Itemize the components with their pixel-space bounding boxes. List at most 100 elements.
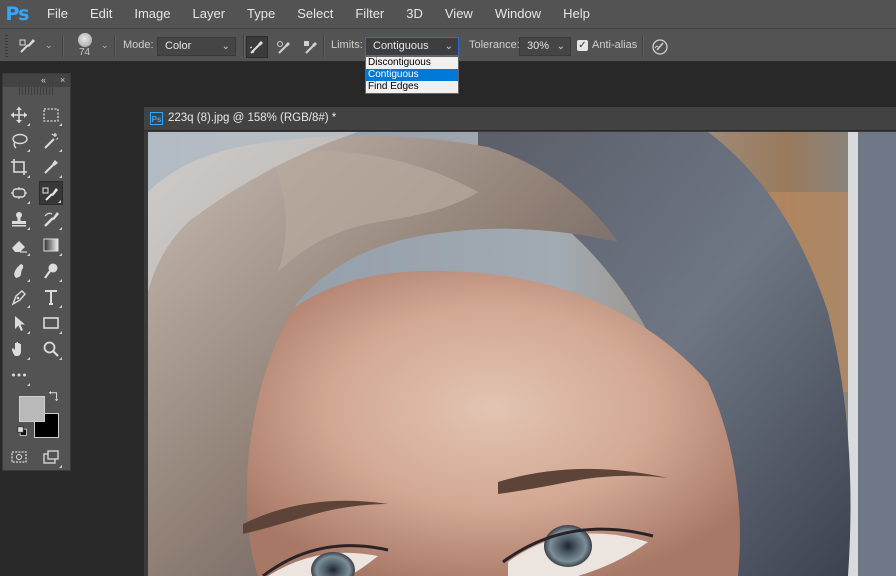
limits-option-find-edges[interactable]: Find Edges [366,81,458,93]
screen-mode[interactable] [39,445,63,469]
tool-preset-picker[interactable] [18,36,40,56]
swap-colors[interactable] [47,390,61,404]
healing-brush-tool[interactable] [7,181,31,205]
document-window: Ps 223q (8).jpg @ 158% (RGB/8#) * [144,107,896,576]
foreground-color-swatch[interactable] [19,396,45,422]
limits-dropdown-list: Discontiguous Contiguous Find Edges [365,56,459,94]
type-tool[interactable] [39,285,63,309]
menu-help[interactable]: Help [552,0,601,28]
pen-tool[interactable] [7,285,31,309]
hand-icon [12,342,21,356]
ellipsis-icon [12,373,26,377]
eyedropper-background-icon [304,41,317,54]
hand-tool[interactable] [7,337,31,361]
menu-bar: Ps File Edit Image Layer Type Select Fil… [0,0,896,28]
menu-select[interactable]: Select [286,0,344,28]
mode-select[interactable]: Color ⌄ [157,37,236,56]
magnifier-icon [43,341,59,357]
screen-mode-icon [43,450,59,464]
eraser-tool[interactable] [7,233,31,257]
options-bar-grip[interactable] [5,35,8,57]
color-replacement-tool[interactable] [39,181,63,205]
chevron-down-icon: ⌄ [444,41,453,52]
divider [62,35,64,57]
chevron-down-icon[interactable]: ⌄ [45,40,53,51]
divider [114,35,116,57]
limits-select[interactable]: Contiguous ⌄ [365,37,459,56]
dodge-icon [44,263,58,279]
antialias-checkbox[interactable]: ✓ [577,40,588,51]
bandage-icon [11,187,27,199]
move-icon [11,107,27,123]
brush-preview[interactable] [78,33,92,47]
eyedropper-once-icon [277,41,290,54]
menu-view[interactable]: View [434,0,484,28]
gradient-icon [43,238,59,252]
rectangle-tool[interactable] [39,311,63,335]
path-selection-tool[interactable] [7,311,31,335]
document-tab[interactable]: Ps 223q (8).jpg @ 158% (RGB/8#) * [144,107,896,131]
menu-image[interactable]: Image [123,0,181,28]
quick-mask[interactable] [7,445,31,469]
divider [323,35,325,57]
crop-icon [11,159,27,175]
sampling-once-button[interactable] [273,36,295,58]
swap-arrows-icon [48,391,59,402]
menu-layer[interactable]: Layer [182,0,237,28]
divider [642,35,644,57]
zoom-tool[interactable] [39,337,63,361]
photoshop-logo: Ps [5,3,30,25]
eyedropper-tool[interactable] [39,155,63,179]
menu-edit[interactable]: Edit [79,0,123,28]
tools-panel-grip[interactable] [19,87,54,95]
limits-option-discontiguous[interactable]: Discontiguous [366,57,458,69]
tools-panel-header[interactable]: « × [3,74,70,87]
smudge-tool[interactable] [7,259,31,283]
default-colors[interactable] [15,424,29,438]
marquee-tool[interactable] [39,103,63,127]
mode-label: Mode: [123,39,154,51]
menu-filter[interactable]: Filter [344,0,395,28]
brush-size-value: 74 [79,47,91,58]
limits-option-contiguous[interactable]: Contiguous [366,69,458,81]
eyedropper-continuous-icon [249,41,263,54]
menu-3d[interactable]: 3D [395,0,434,28]
move-tool[interactable] [7,103,31,127]
pen-nib-icon [11,290,26,306]
lasso-tool[interactable] [7,129,31,153]
menu-window[interactable]: Window [484,0,552,28]
crop-tool[interactable] [7,155,31,179]
brush-picker-chevron-icon[interactable]: ⌄ [101,40,109,51]
stamp-icon [12,212,26,227]
collapse-panel-icon[interactable]: « [41,74,46,87]
pen-pressure-icon [652,39,668,55]
sampling-background-swatch-button[interactable] [300,36,322,58]
more-tools[interactable] [7,363,31,387]
close-panel-icon[interactable]: × [60,74,65,87]
limits-label: Limits: [331,39,363,51]
rectangular-marquee-icon [43,108,59,122]
tools-panel: « × [2,73,71,471]
image-canvas[interactable] [148,132,896,576]
eraser-icon [12,241,27,253]
menu-file[interactable]: File [34,0,79,28]
magic-wand-tool[interactable] [39,129,63,153]
pressure-size-button[interactable] [649,36,671,58]
sampling-continuous-button[interactable] [246,36,268,58]
history-brush-tool[interactable] [39,207,63,231]
tolerance-input[interactable]: 30% ⌄ [519,37,571,56]
antialias-label: Anti-alias [592,39,638,51]
photoshop-doc-icon: Ps [150,112,163,125]
type-t-icon [45,290,57,305]
gradient-tool[interactable] [39,233,63,257]
tolerance-value: 30% [527,40,550,52]
magic-wand-icon [44,133,59,149]
smudge-finger-icon [14,264,24,278]
dodge-tool[interactable] [39,259,63,283]
arrow-cursor-icon [15,316,25,331]
checkmark-icon: ✓ [578,40,587,51]
divider [243,35,245,57]
clone-stamp-tool[interactable] [7,207,31,231]
tolerance-label: Tolerance: [469,39,520,51]
menu-type[interactable]: Type [236,0,286,28]
